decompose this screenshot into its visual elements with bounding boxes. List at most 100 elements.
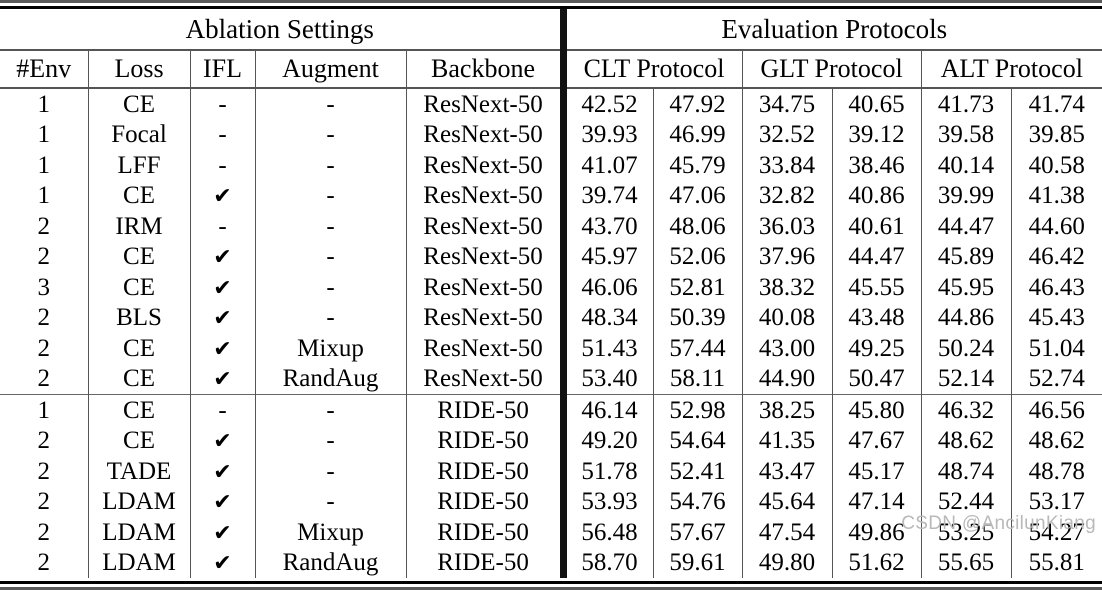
cell-alt-many: 48.74 xyxy=(921,456,1012,487)
cell-augment: - xyxy=(255,425,407,456)
cell-glt-overall: 39.12 xyxy=(832,119,922,150)
check-icon: ✔ xyxy=(213,336,232,362)
cell-clt-overall: 48.06 xyxy=(653,211,743,242)
cell-env: 2 xyxy=(0,211,89,242)
cell-backbone: ResNext-50 xyxy=(406,119,567,150)
cell-env: 1 xyxy=(0,180,89,211)
cell-ifl: ✔ xyxy=(190,425,256,456)
cell-ifl: - xyxy=(190,119,256,150)
dash-placeholder: - xyxy=(218,151,227,179)
cell-env: 1 xyxy=(0,150,89,181)
cell-alt-many: 44.47 xyxy=(921,211,1012,242)
cell-glt-many: 32.82 xyxy=(742,180,833,211)
cell-env: 2 xyxy=(0,363,89,395)
cell-loss: IRM xyxy=(88,211,191,242)
cell-glt-many: 43.00 xyxy=(742,333,833,364)
check-icon: ✔ xyxy=(213,184,232,210)
cell-ifl: ✔ xyxy=(190,180,256,211)
check-icon: ✔ xyxy=(213,275,232,301)
cell-clt-overall: 59.61 xyxy=(653,547,743,578)
cell-ifl: - xyxy=(190,88,256,120)
cell-loss: CE xyxy=(88,272,191,303)
check-icon: ✔ xyxy=(213,306,232,332)
cell-env: 2 xyxy=(0,302,89,333)
cell-clt-overall: 50.39 xyxy=(653,302,743,333)
cell-glt-overall: 47.14 xyxy=(832,486,922,517)
cell-backbone: ResNext-50 xyxy=(406,150,567,181)
cell-alt-overall: 44.60 xyxy=(1028,212,1085,240)
cell-clt-overall: 45.79 xyxy=(653,150,743,181)
cell-alt-many: 40.14 xyxy=(921,150,1012,181)
cell-glt-overall: 49.25 xyxy=(832,333,922,364)
cell-clt-overall: 54.76 xyxy=(653,486,743,517)
cell-clt-overall: 47.92 xyxy=(653,88,743,120)
cell-augment: - xyxy=(255,150,407,181)
cell-env: 2 xyxy=(0,517,89,548)
cell-alt-many: 41.73 xyxy=(921,88,1012,120)
column-header-ifl: IFL xyxy=(190,50,256,88)
dash-placeholder: - xyxy=(218,396,227,424)
cell-loss: CE xyxy=(88,425,191,456)
cell-clt-overall: 52.41 xyxy=(653,456,743,487)
cell-glt-many: 38.25 xyxy=(742,394,833,426)
table-row: 1 CE ✔ - ResNext-50 39.74 47.06 32.82 40.86 39.99… xyxy=(0,180,1102,211)
cell-ifl: - xyxy=(190,394,256,426)
cell-augment: RandAug xyxy=(255,547,407,578)
cell-loss: CE xyxy=(88,180,191,211)
cell-clt-many: 56.48 xyxy=(563,517,654,548)
cell-glt-overall: 38.46 xyxy=(832,150,922,181)
cell-glt-many: 33.84 xyxy=(742,150,833,181)
cell-env: 2 xyxy=(0,456,89,487)
dash-placeholder: - xyxy=(326,273,335,301)
column-header-row: #Env Loss IFL Augment Backbone CLT Proto… xyxy=(0,50,1102,88)
cell-alt-many: 39.99 xyxy=(921,180,1012,211)
cell-loss: CE xyxy=(88,394,191,426)
cell-loss: LDAM xyxy=(88,517,191,548)
cell-clt-many: 48.34 xyxy=(563,302,654,333)
check-icon: ✔ xyxy=(213,367,232,393)
dash-placeholder: - xyxy=(326,243,335,271)
check-icon: ✔ xyxy=(213,520,232,546)
cell-alt-many: 48.62 xyxy=(921,425,1012,456)
cell-clt-overall: 58.11 xyxy=(653,363,743,395)
table-row: 1 Focal - - ResNext-50 39.93 46.99 32.52 39.12 39… xyxy=(0,119,1102,150)
cell-glt-many: 36.03 xyxy=(742,211,833,242)
dash-placeholder: - xyxy=(218,212,227,240)
dash-placeholder: - xyxy=(326,304,335,332)
cell-glt-many: 37.96 xyxy=(742,241,833,272)
table-row: 2 LDAM ✔ - RIDE-50 53.93 54.76 45.64 47.14 52.44 5… xyxy=(0,486,1102,517)
cell-ifl: ✔ xyxy=(190,486,256,517)
cell-alt-overall: 54.27 xyxy=(1028,518,1085,546)
cell-augment: Mixup xyxy=(255,517,407,548)
cell-loss: CE xyxy=(88,241,191,272)
cell-clt-many: 53.93 xyxy=(563,486,654,517)
column-header-glt-protocol: GLT Protocol xyxy=(742,50,922,88)
cell-glt-many: 43.47 xyxy=(742,456,833,487)
cell-alt-overall: 55.81 xyxy=(1028,549,1085,577)
cell-backbone: ResNext-50 xyxy=(406,88,567,120)
cell-alt-overall: 51.04 xyxy=(1028,334,1085,362)
cell-clt-overall: 52.98 xyxy=(653,394,743,426)
cell-glt-overall: 44.47 xyxy=(832,241,922,272)
cell-glt-many: 34.75 xyxy=(742,88,833,120)
cell-alt-many: 52.44 xyxy=(921,486,1012,517)
cell-ifl: - xyxy=(190,150,256,181)
cell-env: 2 xyxy=(0,425,89,456)
cell-ifl: ✔ xyxy=(190,333,256,364)
cell-clt-overall: 57.44 xyxy=(653,333,743,364)
table-header: Ablation Settings Evaluation Protocols #… xyxy=(0,9,1102,88)
cell-alt-overall: 39.85 xyxy=(1028,121,1085,149)
cell-loss: CE xyxy=(88,88,191,120)
cell-loss: LDAM xyxy=(88,547,191,578)
cell-alt-overall: 48.78 xyxy=(1028,457,1085,485)
cell-env: 1 xyxy=(0,119,89,150)
cell-glt-overall: 43.48 xyxy=(832,302,922,333)
cell-alt-many: 45.89 xyxy=(921,241,1012,272)
cell-glt-overall: 51.62 xyxy=(832,547,922,578)
cell-glt-many: 45.64 xyxy=(742,486,833,517)
check-icon: ✔ xyxy=(213,490,232,516)
cell-glt-overall: 40.86 xyxy=(832,180,922,211)
cell-env: 2 xyxy=(0,486,89,517)
cell-augment: - xyxy=(255,119,407,150)
cell-augment: - xyxy=(255,88,407,120)
